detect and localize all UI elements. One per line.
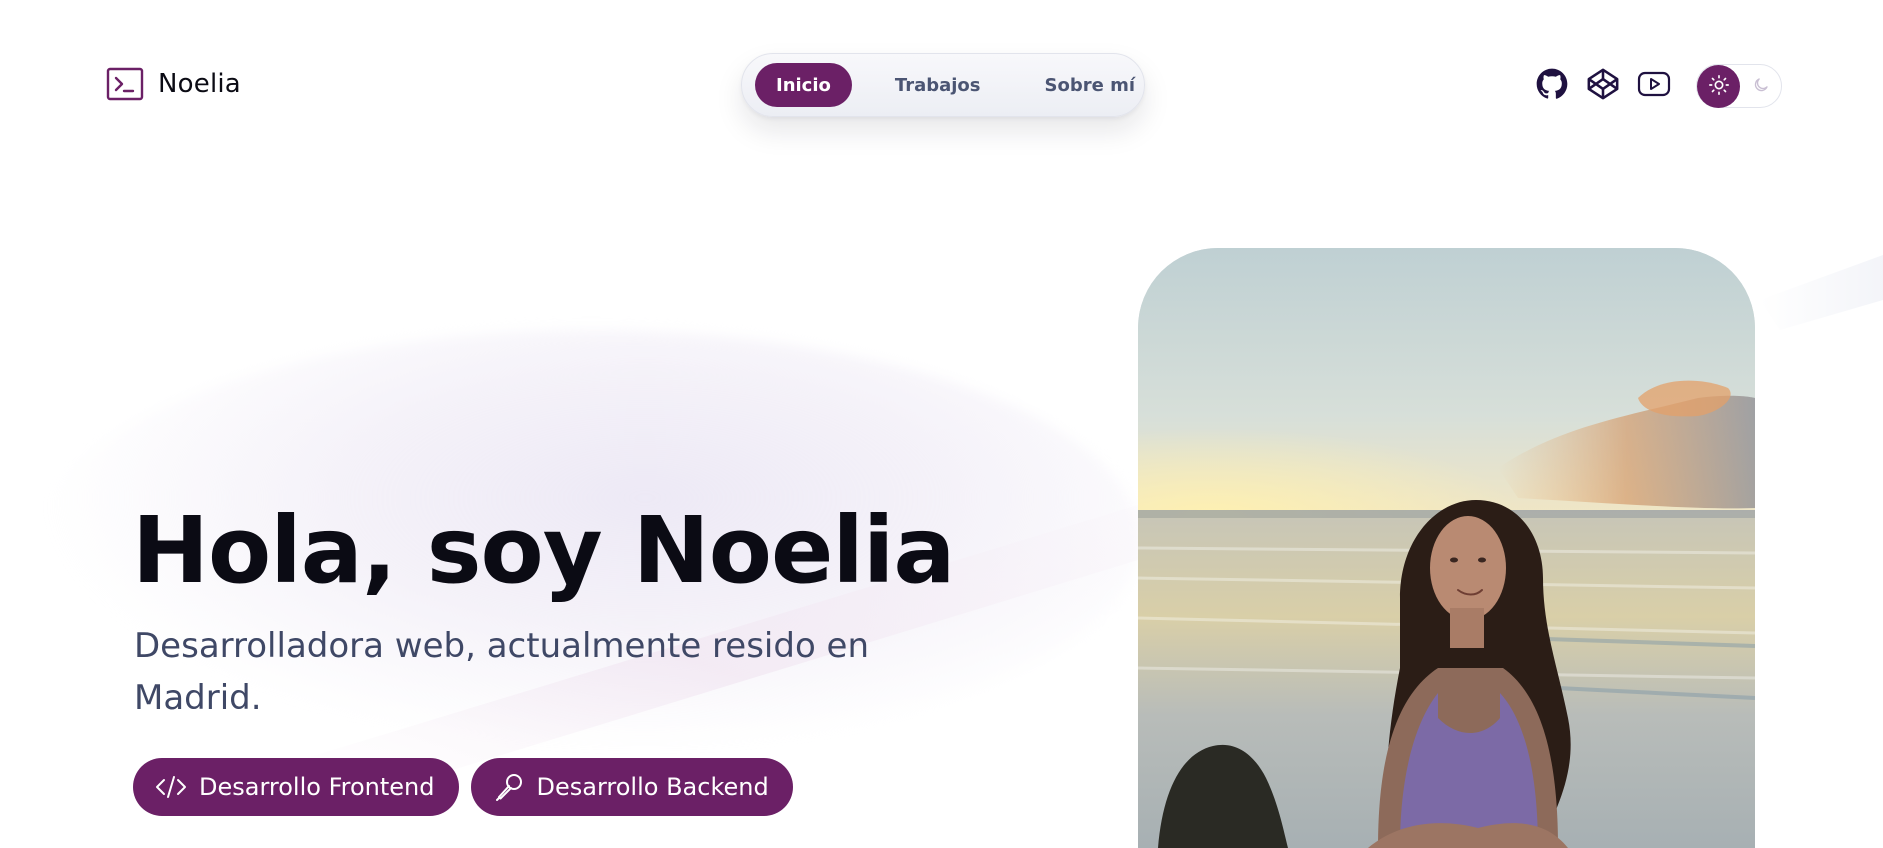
github-icon [1536,68,1568,104]
terminal-icon [106,66,144,102]
backend-button-label: Desarrollo Backend [536,773,769,801]
youtube-link[interactable] [1636,68,1672,104]
logo-name: Noelia [158,69,241,99]
theme-toggle[interactable] [1696,64,1782,108]
nav-item-trabajos[interactable]: Trabajos [874,63,1002,107]
main-nav: Inicio Trabajos Sobre mí [741,53,1145,117]
youtube-icon [1637,69,1671,103]
logo-link[interactable]: Noelia [106,66,241,102]
microphone-icon [493,771,525,803]
sun-icon [1708,74,1730,100]
nav-item-inicio[interactable]: Inicio [755,63,852,107]
codepen-link[interactable] [1585,68,1621,104]
frontend-button[interactable]: Desarrollo Frontend [133,758,459,816]
codepen-icon [1586,67,1620,105]
backend-button[interactable]: Desarrollo Backend [470,758,793,816]
moon-icon [1752,76,1770,98]
github-link[interactable] [1534,68,1570,104]
site-header: Noelia Inicio Trabajos Sobre mí [0,0,1883,172]
theme-dark-option[interactable] [1751,77,1771,97]
profile-photo [1138,248,1755,848]
theme-light-option[interactable] [1697,65,1740,108]
hero-subtitle: Desarrolladora web, actualmente resido e… [134,626,870,718]
code-icon [155,771,187,803]
frontend-button-label: Desarrollo Frontend [199,773,435,801]
nav-item-sobre-mi[interactable]: Sobre mí [1024,63,1157,107]
hero-title: Hola, soy Noelia [132,497,956,604]
cta-buttons: Desarrollo Frontend Desarrollo Backend [133,758,793,816]
